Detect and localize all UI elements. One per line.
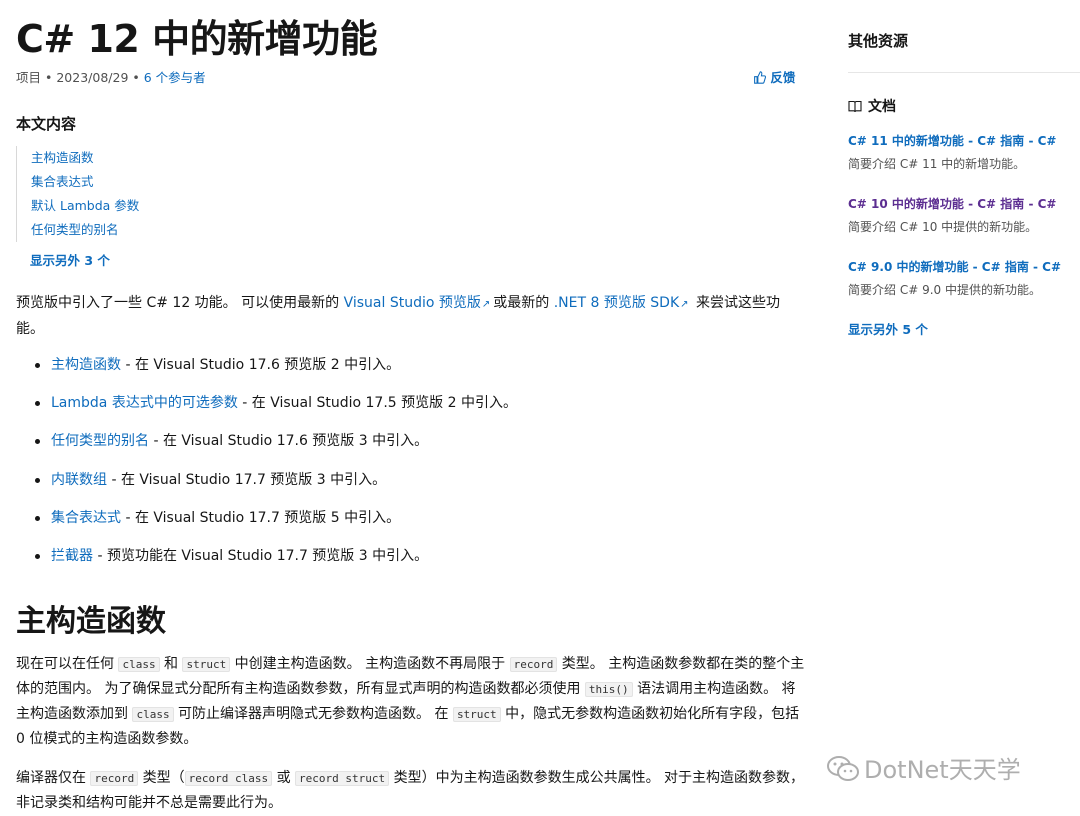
text: 中创建主构造函数。 主构造函数不再局限于 bbox=[230, 656, 510, 672]
list-item: 拦截器 - 预览功能在 Visual Studio 17.7 预览版 3 中引入… bbox=[16, 544, 517, 582]
feature-desc: - 在 Visual Studio 17.6 预览版 2 中引入。 bbox=[121, 357, 401, 373]
doc-title-link[interactable]: C# 11 中的新增功能 - C# 指南 - C# bbox=[848, 132, 1080, 149]
doc-card: C# 10 中的新增功能 - C# 指南 - C# 简要介绍 C# 10 中提供… bbox=[848, 195, 1080, 235]
meta-separator: • bbox=[132, 70, 140, 85]
bullet-icon bbox=[35, 363, 40, 368]
bullet-icon bbox=[35, 439, 40, 445]
toc-item[interactable]: 主构造函数 bbox=[31, 146, 139, 170]
external-link-icon: ↗ bbox=[680, 299, 689, 310]
toc-item[interactable]: 任何类型的别名 bbox=[31, 218, 139, 242]
list-item: 主构造函数 - 在 Visual Studio 17.6 预览版 2 中引入。 bbox=[16, 353, 517, 391]
toc-title: 本文内容 bbox=[16, 115, 77, 133]
section-heading: 主构造函数 bbox=[16, 604, 166, 639]
bullet-icon bbox=[35, 477, 40, 483]
feature-link[interactable]: 拦截器 bbox=[51, 548, 93, 564]
feature-desc: - 在 Visual Studio 17.7 预览版 5 中引入。 bbox=[121, 509, 401, 526]
docs-label: 文档 bbox=[868, 99, 896, 115]
toc-show-more-button[interactable]: 显示另外 3 个 bbox=[30, 250, 110, 269]
dotnet8-sdk-link[interactable]: .NET 8 预览版 SDK bbox=[554, 295, 679, 311]
inline-code: record bbox=[509, 657, 558, 672]
section-paragraph: 编译器仅在 record 类型（ record class 或 record st… bbox=[16, 766, 806, 816]
inline-code: record bbox=[90, 771, 139, 786]
doc-description: 简要介绍 C# 10 中提供的新功能。 bbox=[848, 220, 1038, 234]
table-of-contents: 主构造函数 集合表达式 默认 Lambda 参数 任何类型的别名 bbox=[16, 146, 139, 242]
list-item: Lambda 表达式中的可选参数 - 在 Visual Studio 17.5 … bbox=[16, 391, 517, 429]
intro-paragraph: 预览版中引入了一些 C# 12 功能。 可以使用最新的 Visual Studi… bbox=[16, 291, 806, 341]
feature-list: 主构造函数 - 在 Visual Studio 17.6 预览版 2 中引入。 … bbox=[16, 353, 517, 582]
text: 类型（ bbox=[138, 770, 185, 786]
list-item: 集合表达式 - 在 Visual Studio 17.7 预览版 5 中引入。 bbox=[16, 506, 517, 544]
external-link-icon: ↗ bbox=[481, 299, 491, 310]
sidebar-show-more-button[interactable]: 显示另外 5 个 bbox=[848, 319, 928, 338]
inline-code: class bbox=[132, 707, 174, 722]
doc-card: C# 9.0 中的新增功能 - C# 指南 - C# 简要介绍 C# 9.0 中… bbox=[848, 258, 1080, 298]
article-metadata: 项目 • 2023/08/29 • 6 个参与者 bbox=[16, 67, 206, 86]
feature-desc: - 在 Visual Studio 17.5 预览版 2 中引入。 bbox=[237, 395, 517, 412]
intro-text: 预览版中引入了一些 C# 12 功能。 可以使用最新的 bbox=[16, 295, 344, 311]
meta-date: 2023/08/29 bbox=[56, 70, 129, 85]
title-prefix: C# 12 bbox=[16, 17, 140, 61]
feature-link[interactable]: 集合表达式 bbox=[51, 510, 121, 526]
book-icon bbox=[848, 100, 862, 113]
feature-desc: - 在 Visual Studio 17.7 预览版 3 中引入。 bbox=[107, 471, 387, 488]
contributors-link[interactable]: 6 个参与者 bbox=[144, 70, 206, 85]
doc-title-link[interactable]: C# 9.0 中的新增功能 - C# 指南 - C# bbox=[848, 258, 1080, 275]
inline-code: record class bbox=[184, 771, 273, 786]
text: 可防止编译器声明隐式无参数构造函数。 在 bbox=[173, 706, 453, 722]
inline-code: this() bbox=[584, 682, 633, 697]
inline-code: class bbox=[118, 657, 160, 672]
doc-card: C# 11 中的新增功能 - C# 指南 - C# 简要介绍 C# 11 中的新… bbox=[848, 132, 1080, 172]
docs-heading: 文档 bbox=[848, 96, 896, 116]
feature-desc: - 在 Visual Studio 17.6 预览版 3 中引入。 bbox=[149, 433, 429, 450]
feedback-button[interactable]: 反馈 bbox=[753, 67, 795, 86]
toc-item[interactable]: 默认 Lambda 参数 bbox=[31, 194, 139, 218]
list-item: 内联数组 - 在 Visual Studio 17.7 预览版 3 中引入。 bbox=[16, 468, 517, 506]
text: 现在可以在任何 bbox=[16, 656, 119, 672]
feature-link[interactable]: 任何类型的别名 bbox=[51, 433, 149, 449]
list-item: 任何类型的别名 - 在 Visual Studio 17.6 预览版 3 中引入… bbox=[16, 429, 517, 467]
bullet-icon bbox=[35, 515, 40, 521]
feature-desc: - 预览功能在 Visual Studio 17.7 预览版 3 中引入。 bbox=[93, 547, 429, 564]
doc-description: 简要介绍 C# 11 中的新增功能。 bbox=[848, 157, 1026, 171]
text: 或 bbox=[272, 770, 296, 786]
title-suffix: 中的新增功能 bbox=[152, 17, 378, 61]
meta-type: 项目 bbox=[16, 70, 42, 85]
watermark-text: DotNet天天学 bbox=[864, 756, 1021, 784]
feedback-label: 反馈 bbox=[770, 70, 796, 85]
doc-description: 简要介绍 C# 9.0 中提供的新功能。 bbox=[848, 283, 1041, 297]
doc-title-link[interactable]: C# 10 中的新增功能 - C# 指南 - C# bbox=[848, 195, 1080, 212]
page-title: C# 12 中的新增功能 bbox=[16, 8, 378, 63]
thumbs-up-icon bbox=[754, 71, 767, 84]
divider bbox=[848, 72, 1080, 73]
text: 编译器仅在 bbox=[16, 770, 91, 786]
toc-item[interactable]: 集合表达式 bbox=[31, 170, 139, 194]
section-paragraph: 现在可以在任何 class 和 struct 中创建主构造函数。 主构造函数不再… bbox=[16, 652, 806, 752]
inline-code: record struct bbox=[295, 771, 390, 786]
bullet-icon bbox=[35, 553, 40, 559]
inline-code: struct bbox=[452, 707, 501, 722]
intro-text: 或最新的 bbox=[493, 295, 554, 311]
inline-code: struct bbox=[182, 657, 231, 672]
wechat-icon bbox=[827, 756, 859, 781]
feature-link[interactable]: 内联数组 bbox=[51, 472, 107, 488]
sidebar-title: 其他资源 bbox=[848, 32, 909, 50]
meta-separator: • bbox=[45, 70, 53, 85]
visual-studio-preview-link[interactable]: Visual Studio 预览版 bbox=[344, 295, 481, 311]
bullet-icon bbox=[35, 401, 40, 407]
watermark: DotNet天天学 bbox=[826, 750, 1021, 785]
feature-link[interactable]: Lambda 表达式中的可选参数 bbox=[51, 395, 238, 411]
text: 和 bbox=[159, 656, 183, 672]
feature-link[interactable]: 主构造函数 bbox=[51, 357, 121, 373]
